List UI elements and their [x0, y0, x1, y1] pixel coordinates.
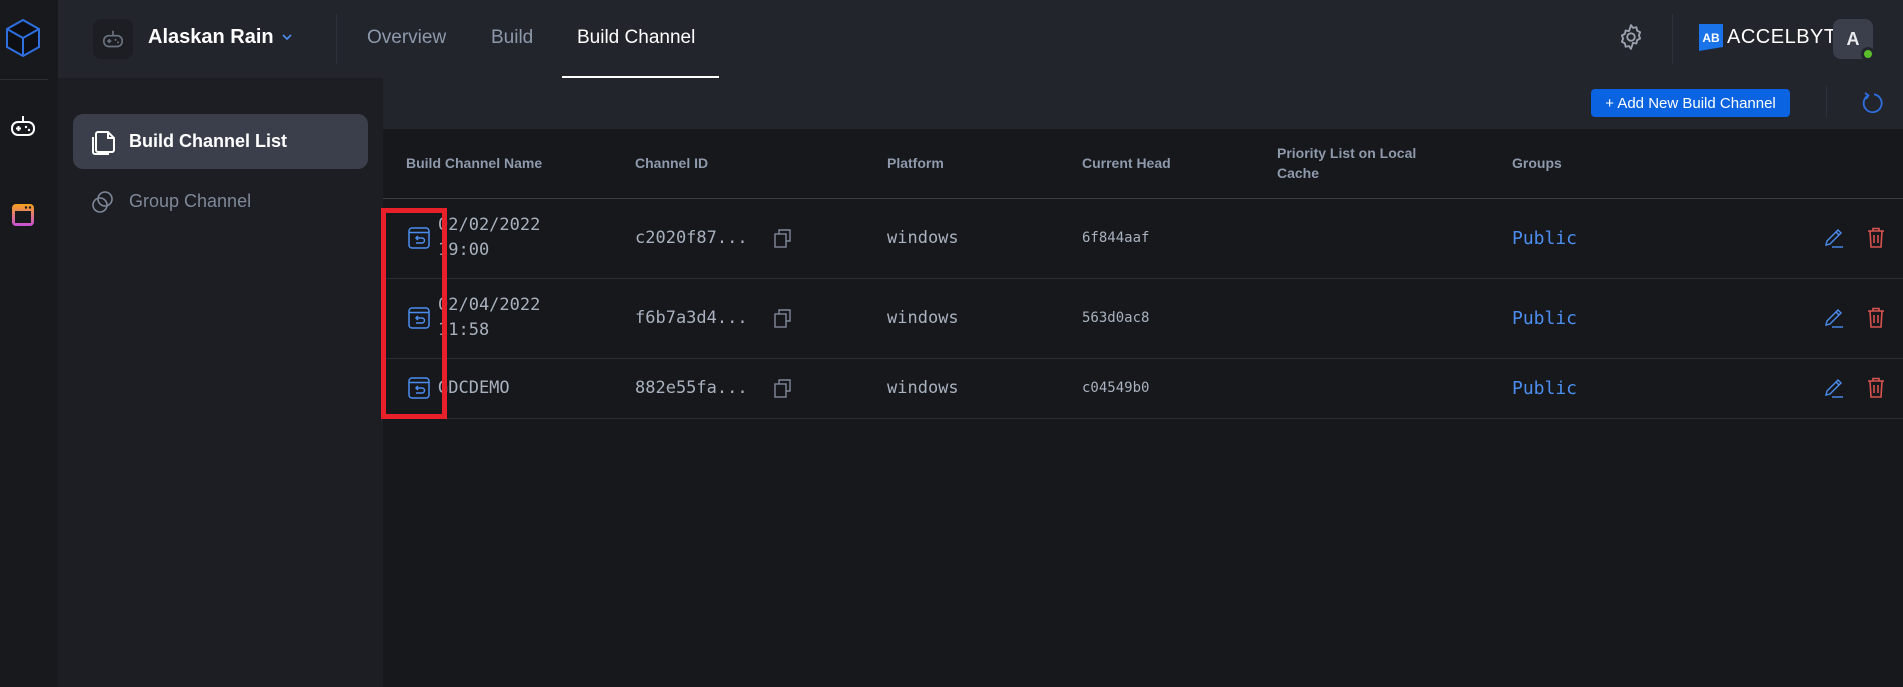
divider — [1826, 86, 1827, 118]
restore-icon[interactable] — [406, 305, 432, 331]
overlapping-circles-icon — [92, 190, 113, 213]
build-channel-name: 02/02/2022 — [438, 215, 541, 235]
table-row: 02/04/2022 11:58 f6b7a3d4... windows 563… — [383, 278, 1903, 359]
column-header-current-head[interactable]: Current Head — [1059, 129, 1254, 199]
accelbyte-brand: AB ACCELBYTE — [1699, 24, 1850, 51]
groups-link[interactable]: Public — [1489, 198, 1659, 279]
current-head: 6f844aaf — [1059, 198, 1254, 279]
accelbyte-cube-logo-icon[interactable] — [5, 18, 41, 58]
priority-list — [1254, 358, 1489, 419]
documents-icon — [92, 130, 115, 155]
chevron-down-icon[interactable] — [280, 30, 294, 44]
sidebar-item-label: Group Channel — [129, 191, 252, 211]
app-rail — [0, 0, 58, 687]
tab-build[interactable]: Build — [491, 27, 533, 49]
project-selector[interactable]: Alaskan Rain — [148, 26, 274, 49]
main-content: + Add New Build Channel Build Channel Na… — [383, 78, 1903, 687]
tab-build-channel[interactable]: Build Channel — [577, 27, 695, 49]
priority-list — [1254, 278, 1489, 359]
groups-link[interactable]: Public — [1489, 358, 1659, 419]
column-header-channel-id[interactable]: Channel ID — [612, 129, 864, 199]
column-header-actions — [1659, 129, 1903, 199]
restore-icon[interactable] — [406, 375, 432, 401]
delete-icon[interactable] — [1863, 305, 1889, 331]
online-status-badge — [1861, 47, 1875, 61]
column-header-name[interactable]: Build Channel Name — [383, 129, 612, 199]
edit-icon[interactable] — [1821, 375, 1847, 401]
copy-icon[interactable] — [772, 307, 794, 329]
rail-divider — [0, 79, 48, 80]
gear-icon[interactable] — [1616, 22, 1646, 52]
accelbyte-logo-icon: AB — [1699, 24, 1723, 51]
divider — [1672, 14, 1673, 64]
sidebar-item-label: Build Channel List — [129, 131, 288, 151]
build-channel-name-time: 11:58 — [438, 320, 490, 340]
build-channel-name-time: 19:00 — [438, 240, 490, 260]
restore-icon[interactable] — [406, 225, 432, 251]
brand-name: ACCELBYTE — [1727, 26, 1851, 48]
toolbar: + Add New Build Channel — [383, 78, 1903, 129]
platform: windows — [864, 198, 1059, 279]
project-avatar[interactable] — [93, 19, 133, 59]
gamepad-icon[interactable] — [10, 114, 36, 138]
column-header-priority-list[interactable]: Priority List on Local Cache — [1254, 129, 1489, 199]
divider — [336, 14, 337, 64]
gamepad-icon — [103, 30, 123, 48]
channel-id: 882e55fa... — [635, 377, 748, 398]
table-row: 02/02/2022 19:00 c2020f87... windows 6f8… — [383, 198, 1903, 279]
copy-icon[interactable] — [772, 227, 794, 249]
table-header-row: Build Channel Name Channel ID Platform C… — [383, 129, 1903, 199]
build-channel-name: GDCDEMO — [438, 377, 510, 398]
app-window-icon[interactable] — [11, 203, 35, 227]
platform: windows — [864, 358, 1059, 419]
sidebar-item-build-channel-list[interactable]: Build Channel List — [73, 114, 368, 169]
refresh-icon[interactable] — [1859, 90, 1885, 116]
groups-link[interactable]: Public — [1489, 278, 1659, 359]
edit-icon[interactable] — [1821, 305, 1847, 331]
channel-id: c2020f87... — [635, 227, 748, 248]
current-head: c04549b0 — [1059, 358, 1254, 419]
add-new-build-channel-button[interactable]: + Add New Build Channel — [1591, 89, 1790, 117]
top-bar: Alaskan Rain Overview Build Build Channe… — [58, 0, 1903, 78]
platform: windows — [864, 278, 1059, 359]
channel-id: f6b7a3d4... — [635, 307, 748, 328]
tab-overview[interactable]: Overview — [367, 27, 446, 49]
priority-list — [1254, 198, 1489, 279]
copy-icon[interactable] — [772, 377, 794, 399]
table-row: GDCDEMO 882e55fa... windows c04549b0 Pub… — [383, 358, 1903, 419]
sidebar-item-group-channel[interactable]: Group Channel — [73, 174, 368, 229]
current-head: 563d0ac8 — [1059, 278, 1254, 359]
delete-icon[interactable] — [1863, 225, 1889, 251]
delete-icon[interactable] — [1863, 375, 1889, 401]
build-channel-table: Build Channel Name Channel ID Platform C… — [383, 129, 1903, 419]
column-header-platform[interactable]: Platform — [864, 129, 1059, 199]
build-channel-name: 02/04/2022 — [438, 295, 541, 315]
sidebar: Build Channel List Group Channel — [58, 78, 383, 687]
edit-icon[interactable] — [1821, 225, 1847, 251]
column-header-groups[interactable]: Groups — [1489, 129, 1659, 199]
